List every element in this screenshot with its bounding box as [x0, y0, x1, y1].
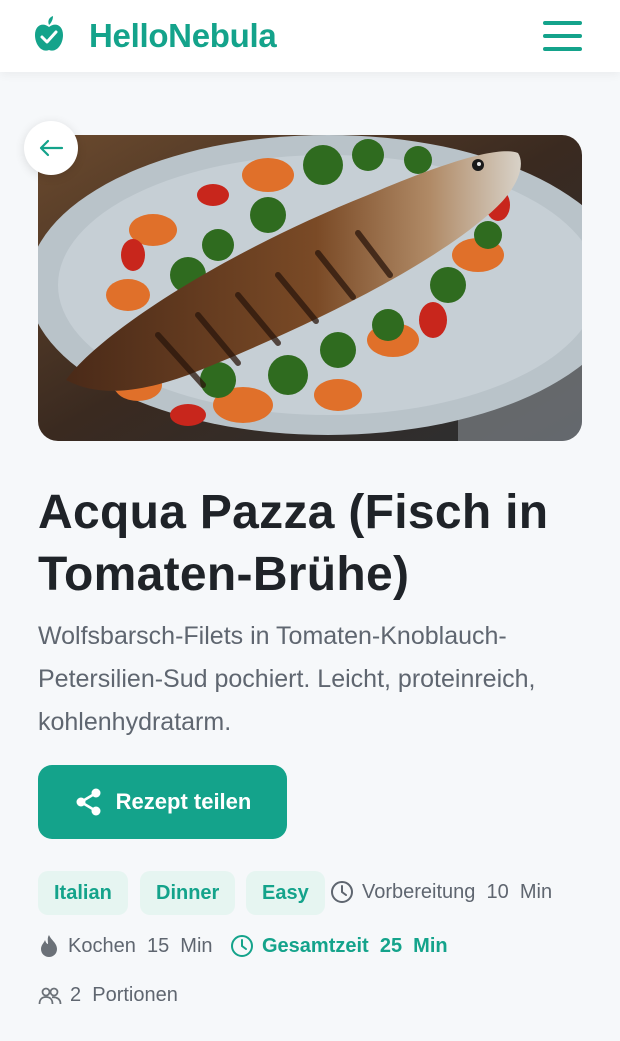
clock-icon	[231, 935, 253, 957]
recipe-description: Wolfsbarsch-Filets in Tomaten-Knoblauch-…	[38, 622, 536, 736]
clock-icon	[331, 881, 353, 903]
prep-time: Vorbereitung 10 Min	[330, 880, 552, 904]
tag-easy[interactable]: Easy	[246, 871, 325, 915]
total-time-text: Gesamtzeit 25 Min	[262, 934, 448, 957]
prep-time-text: Vorbereitung 10 Min	[362, 880, 553, 903]
brand-name[interactable]: HelloNebula	[89, 15, 277, 57]
back-button[interactable]	[24, 121, 78, 175]
recipe-title: Acqua Pazza (Fisch in Tomaten-Brühe)	[38, 486, 549, 601]
flame-icon	[41, 935, 57, 957]
servings-text: 2 Portionen	[70, 984, 178, 1006]
share-recipe-button[interactable]: Rezept teilen	[38, 765, 287, 839]
share-icon	[76, 788, 101, 816]
app-header: HelloNebula	[0, 0, 620, 72]
share-button-label: Rezept teilen	[115, 789, 252, 814]
recipe-hero-image	[38, 135, 582, 441]
servings: 2 Portionen	[38, 984, 178, 1007]
arrow-left-icon	[39, 139, 64, 157]
tag-italian[interactable]: Italian	[38, 871, 128, 915]
tag-dinner[interactable]: Dinner	[140, 871, 236, 915]
cook-time-text: Kochen 15 Min	[68, 934, 213, 957]
apple-check-icon[interactable]	[33, 16, 65, 54]
total-time: Gesamtzeit 25 Min	[230, 934, 448, 958]
hamburger-menu-icon[interactable]	[538, 18, 586, 54]
users-icon	[38, 987, 62, 1004]
cook-time: Kochen 15 Min	[38, 934, 213, 958]
